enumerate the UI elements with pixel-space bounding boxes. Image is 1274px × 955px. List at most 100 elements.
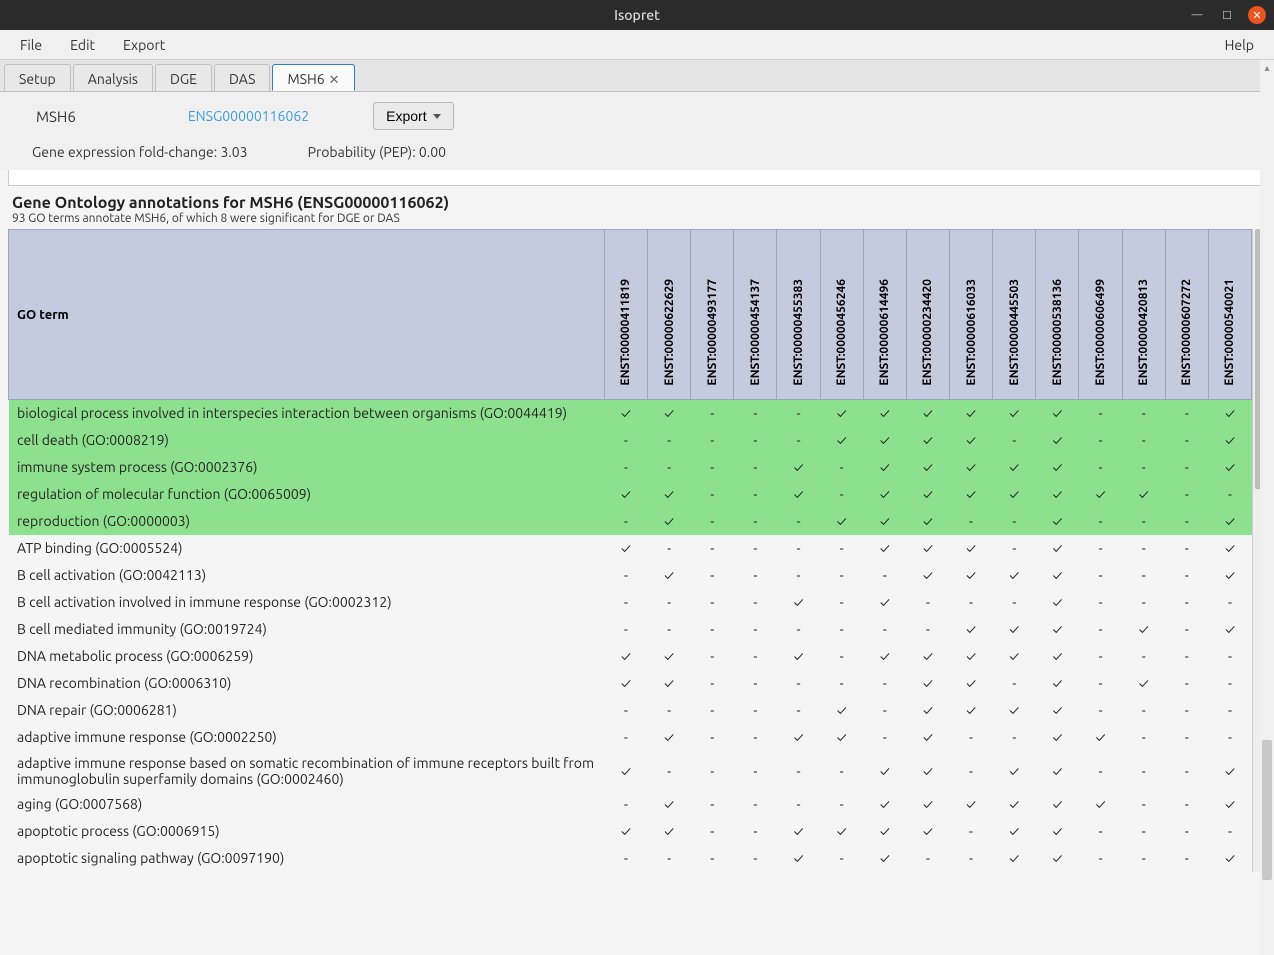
check-icon: ✓ [1036, 724, 1079, 751]
dash-icon: - [734, 818, 777, 845]
dash-icon: - [820, 454, 863, 481]
check-icon: ✓ [820, 400, 863, 427]
dash-icon: - [1122, 791, 1165, 818]
table-row: adaptive immune response based on somati… [9, 751, 1252, 791]
menu-file[interactable]: File [8, 33, 54, 57]
dash-icon: - [777, 508, 820, 535]
dash-icon: - [734, 481, 777, 508]
dash-icon: - [863, 697, 906, 724]
column-header-enst: ENST:00000538136 [1036, 230, 1079, 400]
dash-icon: - [1079, 562, 1122, 589]
export-button[interactable]: Export [373, 102, 453, 130]
dash-icon: - [1165, 751, 1208, 791]
dash-icon: - [691, 427, 734, 454]
tab-dge[interactable]: DGE [155, 64, 212, 91]
dash-icon: - [993, 427, 1036, 454]
tab-msh6[interactable]: MSH6✕ [272, 64, 354, 91]
menu-edit[interactable]: Edit [58, 33, 107, 57]
menu-export[interactable]: Export [111, 33, 177, 57]
section-title: Gene Ontology annotations for MSH6 (ENSG… [8, 190, 1266, 212]
check-icon: ✓ [1036, 616, 1079, 643]
tab-close-icon[interactable]: ✕ [329, 73, 340, 87]
check-icon: ✓ [906, 481, 949, 508]
dash-icon: - [1122, 697, 1165, 724]
check-icon: ✓ [906, 751, 949, 791]
dash-icon: - [1165, 508, 1208, 535]
dash-icon: - [1122, 562, 1165, 589]
check-icon: ✓ [1079, 481, 1122, 508]
menu-help[interactable]: Help [1213, 33, 1266, 57]
dash-icon: - [734, 400, 777, 427]
dash-icon: - [691, 535, 734, 562]
page-scrollbar-thumb[interactable] [1262, 740, 1272, 880]
check-icon: ✓ [993, 845, 1036, 872]
dash-icon: - [1165, 791, 1208, 818]
section-subtitle: 93 GO terms annotate MSH6, of which 8 we… [8, 212, 1266, 229]
table-row: DNA metabolic process (GO:0006259)✓✓--✓-… [9, 643, 1252, 670]
table-row: B cell activation (GO:0042113)-✓-----✓✓✓… [9, 562, 1252, 589]
page-vertical-scrollbar[interactable]: ▴ [1260, 60, 1274, 955]
go-term-cell: DNA recombination (GO:0006310) [9, 670, 605, 697]
section-divider [8, 170, 1266, 186]
check-icon: ✓ [648, 508, 691, 535]
dash-icon: - [1079, 751, 1122, 791]
gene-header: MSH6 ENSG00000116062 Export Gene express… [0, 92, 1274, 170]
dash-icon: - [1208, 589, 1251, 616]
column-header-enst: ENST:00000234420 [906, 230, 949, 400]
check-icon: ✓ [906, 697, 949, 724]
dash-icon: - [950, 724, 993, 751]
check-icon: ✓ [777, 643, 820, 670]
go-term-cell: immune system process (GO:0002376) [9, 454, 605, 481]
check-icon: ✓ [1036, 845, 1079, 872]
check-icon: ✓ [1036, 508, 1079, 535]
dash-icon: - [734, 535, 777, 562]
table-row: B cell mediated immunity (GO:0019724)---… [9, 616, 1252, 643]
check-icon: ✓ [993, 616, 1036, 643]
dash-icon: - [604, 508, 647, 535]
column-header-enst: ENST:00000540021 [1208, 230, 1251, 400]
tab-analysis[interactable]: Analysis [73, 64, 153, 91]
dash-icon: - [1122, 454, 1165, 481]
ensembl-link[interactable]: ENSG00000116062 [188, 108, 309, 124]
dash-icon: - [1122, 751, 1165, 791]
column-header-enst: ENST:00000445503 [993, 230, 1036, 400]
check-icon: ✓ [1036, 697, 1079, 724]
dash-icon: - [691, 845, 734, 872]
dash-icon: - [1165, 562, 1208, 589]
check-icon: ✓ [1036, 751, 1079, 791]
dash-icon: - [820, 616, 863, 643]
go-annotation-table: GO termENST:00000411819ENST:00000622629E… [8, 229, 1252, 872]
check-icon: ✓ [993, 481, 1036, 508]
dash-icon: - [777, 791, 820, 818]
check-icon: ✓ [604, 751, 647, 791]
dash-icon: - [950, 589, 993, 616]
check-icon: ✓ [906, 508, 949, 535]
dash-icon: - [691, 481, 734, 508]
dash-icon: - [691, 724, 734, 751]
dash-icon: - [691, 751, 734, 791]
column-header-enst: ENST:00000420813 [1122, 230, 1165, 400]
dash-icon: - [1208, 481, 1251, 508]
check-icon: ✓ [993, 791, 1036, 818]
check-icon: ✓ [604, 643, 647, 670]
check-icon: ✓ [820, 818, 863, 845]
dash-icon: - [604, 845, 647, 872]
scroll-up-icon[interactable]: ▴ [1260, 60, 1274, 76]
dash-icon: - [648, 589, 691, 616]
table-row: adaptive immune response (GO:0002250)-✓-… [9, 724, 1252, 751]
dash-icon: - [777, 616, 820, 643]
close-icon[interactable]: ✕ [1248, 6, 1266, 24]
dash-icon: - [648, 427, 691, 454]
check-icon: ✓ [1208, 454, 1251, 481]
check-icon: ✓ [906, 818, 949, 845]
tab-das[interactable]: DAS [214, 64, 270, 91]
dash-icon: - [604, 697, 647, 724]
tab-setup[interactable]: Setup [4, 64, 71, 91]
check-icon: ✓ [820, 697, 863, 724]
dash-icon: - [1079, 818, 1122, 845]
maximize-icon[interactable]: ☐ [1218, 6, 1236, 24]
check-icon: ✓ [604, 670, 647, 697]
check-icon: ✓ [1036, 535, 1079, 562]
minimize-icon[interactable]: — [1188, 6, 1206, 24]
check-icon: ✓ [648, 791, 691, 818]
